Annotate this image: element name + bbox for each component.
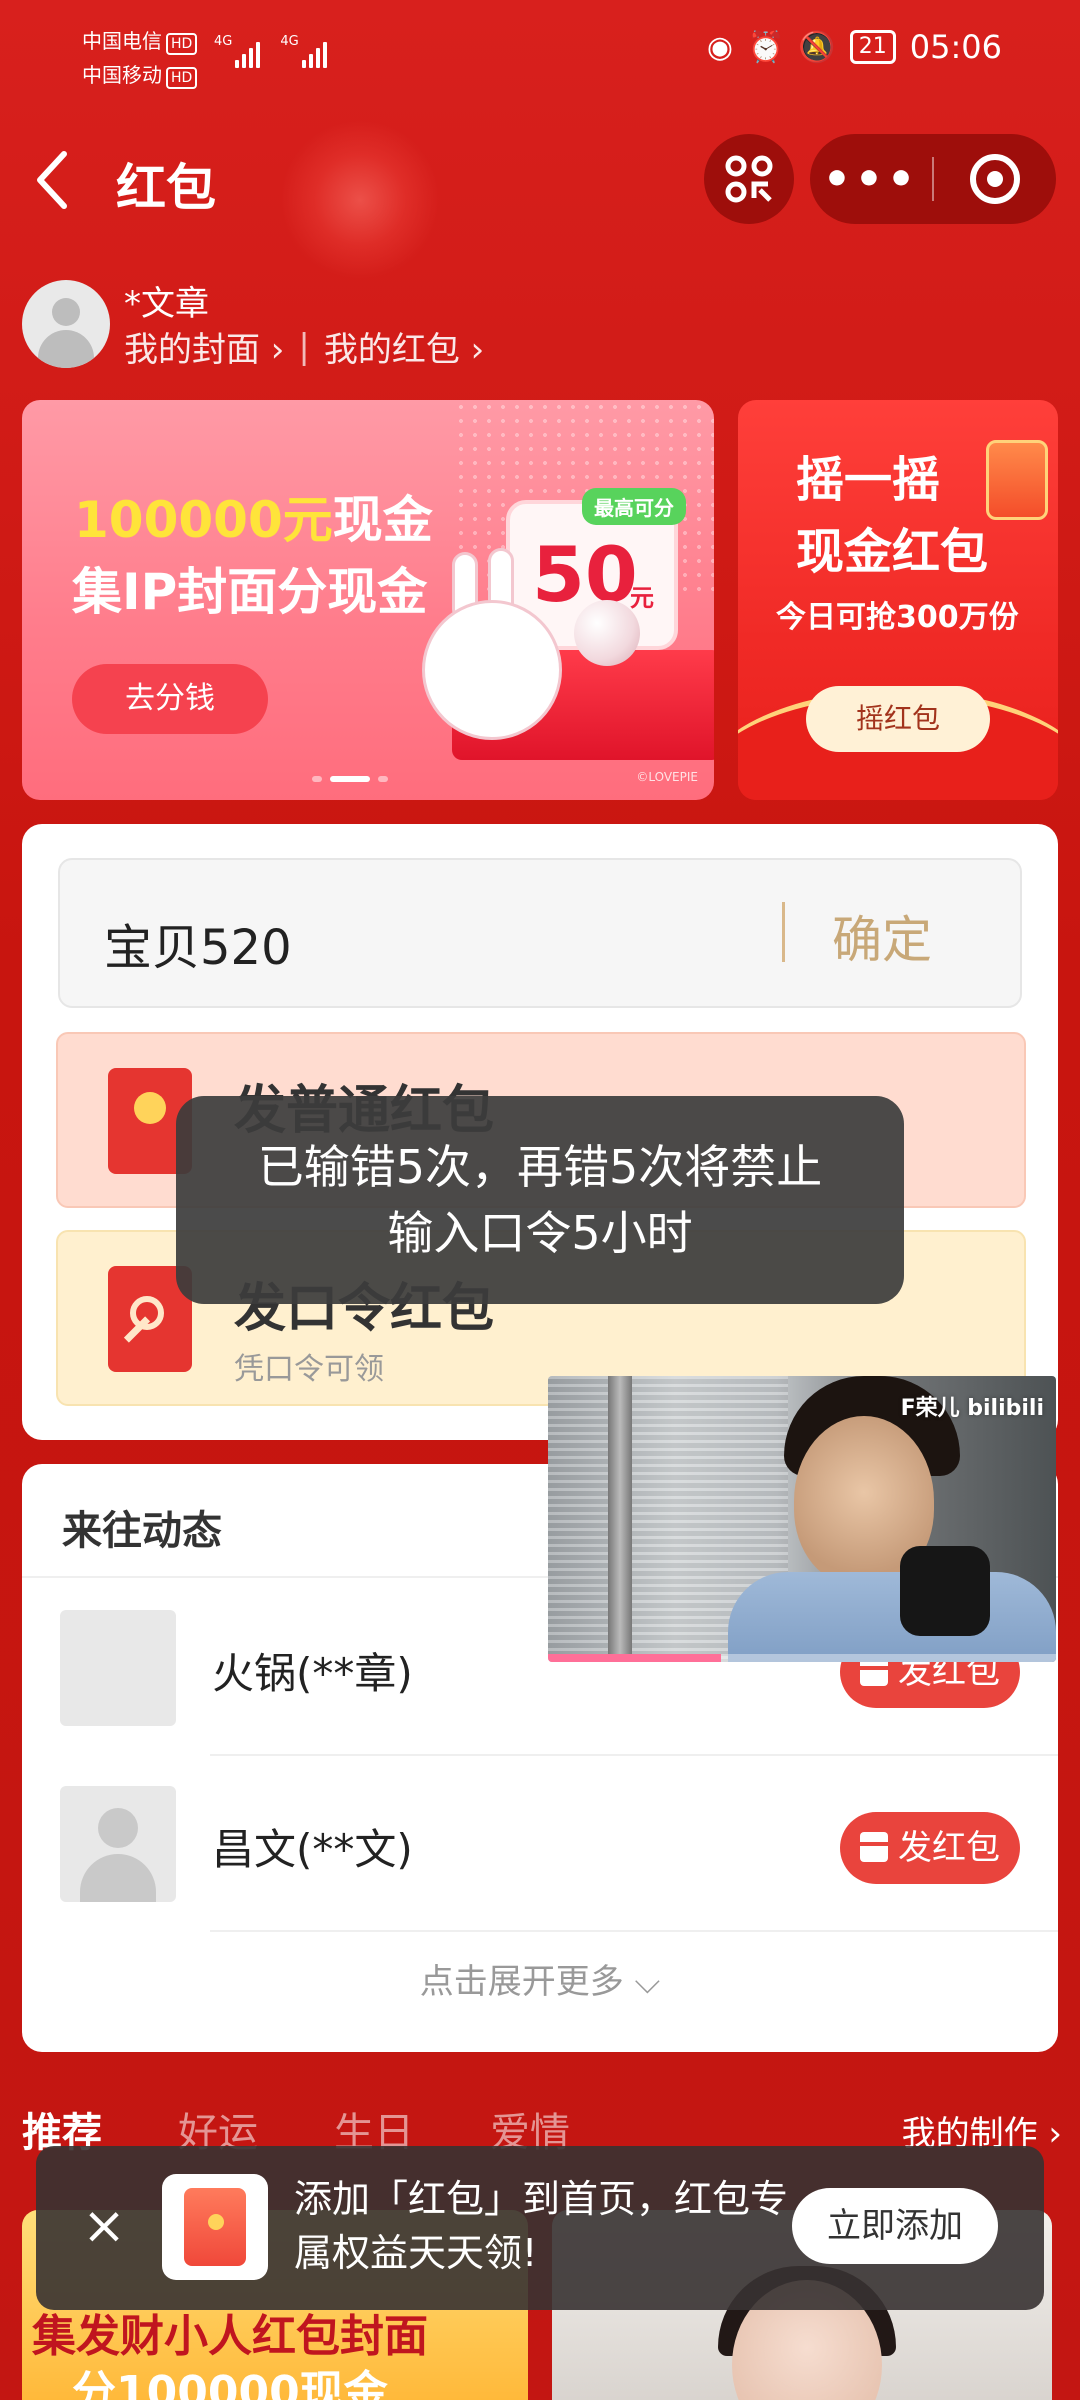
user-name: *文章 [124, 284, 209, 324]
battery-icon: 21 [849, 30, 896, 64]
avatar[interactable] [60, 1610, 176, 1726]
video-watermark: F荣儿 bilibili [900, 1396, 1044, 1421]
envelope-icon [860, 1832, 888, 1862]
banner-title-2: 集IP封面分现金 [72, 563, 428, 621]
video-frame [900, 1546, 990, 1636]
hd-badge: HD [166, 67, 198, 89]
activity-title: 来往动态 [62, 1508, 222, 1554]
close-mini-program-button[interactable] [934, 154, 1056, 204]
banner-title-1: 100000元现金 [74, 480, 433, 552]
video-frame [728, 1572, 1056, 1662]
coupon-unit: 元 [630, 584, 654, 612]
page-title: 红包 [116, 159, 216, 217]
send-envelope-button[interactable]: 发红包 [840, 1812, 1020, 1884]
network-label: 4G [214, 34, 233, 49]
toast-line-2: 输入口令5小时 [387, 1206, 693, 1260]
option-subtitle: 凭口令可领 [234, 1352, 384, 1387]
eye-icon: ◉ [706, 29, 734, 65]
more-button[interactable]: ••• [810, 154, 932, 205]
mini-program-menu-button[interactable] [704, 134, 794, 224]
toast-line-1: 已输错5次，再错5次将禁止 [257, 1140, 823, 1194]
carrier-2: 中国移动 [82, 63, 162, 87]
share-cash-button[interactable]: 去分钱 [72, 664, 268, 734]
promo-banner-shake[interactable]: 摇一摇 现金红包 今日可抢300万份 摇红包 [738, 400, 1058, 800]
add-now-button[interactable]: 立即添加 [792, 2188, 998, 2264]
password-input[interactable]: 宝贝520 确定 [58, 858, 1022, 1008]
carrier-1: 中国电信 [82, 29, 162, 53]
banner-title-rest: 现金 [332, 491, 433, 549]
contact-name: 昌文(**文) [212, 1825, 413, 1874]
video-frame [608, 1376, 632, 1662]
preview-title-2: 分100000现金 [72, 2367, 388, 2400]
my-cover-link[interactable]: 我的封面 › [124, 322, 284, 371]
avatar[interactable] [22, 280, 110, 368]
video-progress-bar[interactable] [548, 1654, 1056, 1662]
banner-amount: 100000元 [74, 491, 333, 549]
user-links: 我的封面 › | 我的红包 › [124, 322, 484, 371]
back-button[interactable] [32, 148, 82, 212]
close-icon[interactable]: × [74, 2196, 134, 2256]
links-divider: | [298, 326, 310, 367]
chevron-left-icon [37, 151, 67, 209]
capsule-menu: ••• [810, 134, 1056, 224]
copyright-text: ©LOVEPIE [636, 770, 698, 784]
shake-title-1: 摇一摇 [796, 452, 941, 508]
mute-bell-icon: 🔕 [798, 29, 836, 65]
target-icon [970, 154, 1020, 204]
shake-title-2: 现金红包 [796, 524, 989, 580]
user-row: *文章 我的封面 › | 我的红包 › [22, 276, 1062, 376]
scan-grid-icon [725, 155, 773, 203]
add-to-home-bar: × 添加「红包」到首页，红包专属权益天天领! 立即添加 [36, 2146, 1044, 2310]
divider [210, 1930, 1058, 1932]
carousel-indicator [312, 776, 388, 782]
firework-decoration [280, 120, 440, 280]
shake-subtitle: 今日可抢300万份 [776, 600, 1019, 635]
input-divider [782, 902, 785, 962]
pearl-illustration [574, 600, 640, 666]
status-bar: 中国电信 HD 中国移动 HD 4G 4G ◉ ⏰ 🔕 21 05:06 [0, 0, 1080, 110]
shake-button[interactable]: 摇红包 [806, 686, 990, 752]
contact-name: 火锅(**章) [212, 1649, 413, 1698]
activity-row: 昌文(**文) 发红包 [22, 1756, 1058, 1932]
password-value: 宝贝520 [104, 920, 292, 976]
signal-icon: 4G 4G [214, 34, 327, 68]
my-envelope-link[interactable]: 我的红包 › [324, 322, 484, 371]
floating-video-player[interactable]: F荣儿 bilibili [548, 1376, 1056, 1662]
status-right: ◉ ⏰ 🔕 21 05:06 [707, 28, 1002, 66]
expand-more-link[interactable]: 点击展开更多 ⌵ [22, 1954, 1058, 2003]
alarm-icon: ⏰ [747, 29, 785, 65]
promo-banner-main[interactable]: 100000元现金 集IP封面分现金 去分钱 最高可分 50 元 ©LOVEPI… [22, 400, 714, 800]
confirm-button[interactable]: 确定 [832, 900, 932, 972]
button-label: 发红包 [898, 1828, 1000, 1868]
coupon-tag: 最高可分 [582, 488, 686, 525]
app-icon [162, 2174, 268, 2280]
red-envelope-icon [986, 440, 1048, 520]
hd-badge: HD [166, 33, 198, 55]
avatar[interactable] [60, 1786, 176, 1902]
carrier-info: 中国电信 HD 中国移动 HD [82, 24, 198, 92]
network-label: 4G [280, 34, 299, 49]
error-toast: 已输错5次，再错5次将禁止 输入口令5小时 [176, 1096, 904, 1304]
clock: 05:06 [909, 28, 1002, 66]
video-progress-fill [548, 1654, 721, 1662]
nav-bar: 红包 ••• [0, 120, 1080, 280]
bunny-illustration [422, 600, 562, 740]
add-home-text: 添加「红包」到首页，红包专属权益天天领! [294, 2177, 789, 2275]
